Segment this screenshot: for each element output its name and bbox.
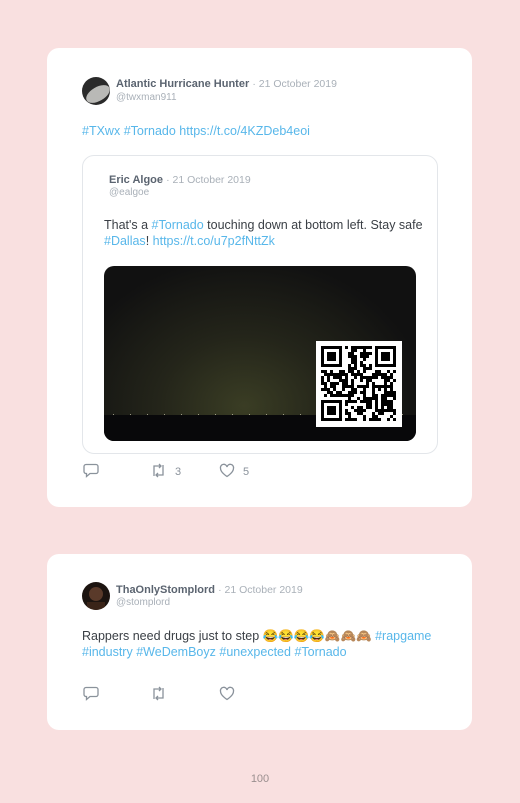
tweet-card: ThaOnlyStomplord · 21 October 2019 @stom… (47, 554, 472, 730)
reply-icon (83, 463, 99, 481)
hashtag-link[interactable]: #WeDemBoyz (136, 645, 216, 659)
retweet-button[interactable]: 3 (150, 463, 181, 481)
tweet-date: · 21 October 2019 (218, 584, 303, 596)
avatar[interactable] (82, 77, 110, 105)
like-icon (219, 463, 235, 481)
hashtag-link[interactable]: #Tornado (124, 124, 176, 138)
author-name[interactable]: Atlantic Hurricane Hunter · 21 October 2… (116, 78, 337, 90)
retweet-icon (150, 686, 167, 704)
reply-button[interactable] (83, 463, 99, 481)
like-count: 5 (243, 466, 250, 478)
tornado-photo[interactable] (104, 266, 416, 441)
quoted-tweet[interactable]: Eric Algoe · 21 October 2019 @ealgoe Tha… (82, 155, 438, 454)
author-handle[interactable]: @twxman911 (116, 92, 177, 103)
author-handle[interactable]: @stomplord (116, 597, 170, 608)
like-button[interactable]: 5 (219, 463, 249, 481)
hashtag-link[interactable]: #Dallas (104, 234, 146, 248)
author-name[interactable]: ThaOnlyStomplord · 21 October 2019 (116, 584, 303, 596)
hashtag-link[interactable]: #unexpected (219, 645, 291, 659)
reply-icon (83, 686, 99, 704)
url-link[interactable]: https://t.co/4KZDeb4eoi (179, 124, 310, 138)
like-button[interactable] (219, 686, 235, 704)
quoted-text: That's a #Tornado touching down at botto… (104, 218, 423, 248)
tweet-date: · 21 October 2019 (252, 78, 337, 90)
quoted-date: · 21 October 2019 (166, 174, 251, 186)
hashtag-link[interactable]: #TXwx (82, 124, 120, 138)
hashtag-link[interactable]: #rapgame (375, 629, 431, 643)
url-link[interactable]: https://t.co/u7p2fNttZk (153, 234, 275, 248)
hashtag-link[interactable]: #Tornado (152, 218, 204, 232)
reply-button[interactable] (83, 686, 99, 704)
hashtag-link[interactable]: #industry (82, 645, 133, 659)
quoted-author-handle[interactable]: @ealgoe (109, 187, 149, 198)
like-icon (219, 686, 235, 704)
qr-code (316, 341, 402, 427)
tweet-text: Rappers need drugs just to step 😂😂😂😂🙈🙈🙈 … (82, 629, 432, 659)
retweet-button[interactable] (150, 686, 167, 704)
retweet-count: 3 (175, 466, 182, 478)
tweet-text: #TXwx #Tornado https://t.co/4KZDeb4eoi (82, 123, 310, 139)
hashtag-link[interactable]: #Tornado (294, 645, 346, 659)
tweet-card: Atlantic Hurricane Hunter · 21 October 2… (47, 48, 472, 507)
page-number: 100 (250, 773, 270, 785)
retweet-icon (150, 463, 167, 481)
quoted-author-name[interactable]: Eric Algoe · 21 October 2019 (109, 174, 251, 186)
avatar[interactable] (82, 582, 110, 610)
